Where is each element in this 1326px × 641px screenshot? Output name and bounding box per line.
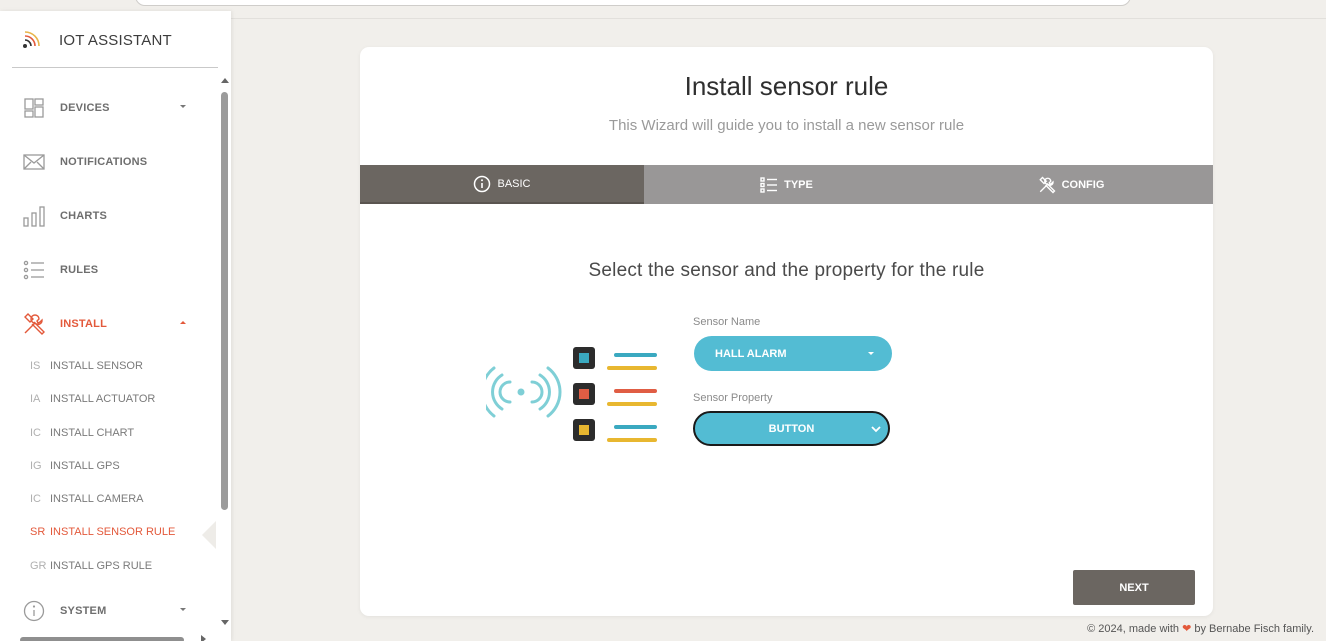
sidebar-item-install[interactable]: INSTALL: [22, 309, 202, 339]
sub-item-label: INSTALL SENSOR: [50, 360, 143, 372]
sensor-property-select[interactable]: BUTTON: [693, 411, 890, 446]
scroll-down-arrow-icon[interactable]: [221, 620, 229, 625]
sidebar-sub-install-actuator[interactable]: IA INSTALL ACTUATOR: [30, 389, 155, 409]
scroll-right-arrow-icon[interactable]: [201, 635, 206, 641]
info-circle-icon: [473, 175, 491, 193]
sensor-name-label: Sensor Name: [693, 316, 761, 328]
sub-item-abbr: SR: [30, 526, 46, 538]
tab-label: CONFIG: [1061, 178, 1105, 191]
sub-item-abbr: IC: [30, 493, 41, 505]
sidebar-item-label: RULES: [60, 264, 99, 276]
page-title: Install sensor rule: [684, 71, 889, 101]
sidebar-sub-install-camera[interactable]: IC INSTALL CAMERA: [30, 489, 144, 509]
sidebar-sub-install-sensor-rule[interactable]: SR INSTALL SENSOR RULE: [30, 522, 175, 542]
wizard-card: Install sensor rule This Wizard will gui…: [360, 47, 1213, 616]
tab-label: TYPE: [784, 178, 813, 191]
footer-suffix: by Bernabe Fisch family.: [1194, 623, 1314, 635]
scrollbar-thumb[interactable]: [221, 92, 228, 510]
sub-item-abbr: IG: [30, 460, 42, 472]
sidebar-item-label: CHARTS: [60, 210, 108, 222]
sidebar-item-rules[interactable]: RULES: [22, 255, 202, 285]
sub-item-label: INSTALL ACTUATOR: [50, 393, 156, 405]
tools-icon: [1038, 176, 1056, 194]
sensor-property-label: Sensor Property: [693, 392, 773, 404]
info-icon: [22, 599, 46, 623]
sub-item-label: INSTALL SENSOR RULE: [50, 526, 176, 538]
chevron-down-icon: [871, 426, 881, 433]
chevron-up-icon: [180, 321, 186, 324]
sidebar-sub-install-chart[interactable]: IC INSTALL CHART: [30, 423, 134, 443]
tools-icon: [22, 312, 46, 336]
sensor-name-value: HALL ALARM: [715, 347, 787, 360]
wizard-tabs: BASIC TYPE CONFIG: [360, 165, 1213, 204]
sidebar-sub-install-gps[interactable]: IG INSTALL GPS: [30, 456, 120, 476]
chevron-down-icon: [868, 352, 874, 355]
sensor-property-value: BUTTON: [768, 422, 815, 435]
sidebar-item-label: NOTIFICATIONS: [60, 156, 148, 168]
sensor-name-dropdown[interactable]: HALL ALARM: [694, 336, 892, 371]
footer: © 2024, made with ❤ by Bernabe Fisch fam…: [1087, 622, 1314, 635]
sub-item-abbr: IS: [30, 360, 41, 372]
envelope-icon: [22, 150, 46, 174]
scroll-up-arrow-icon[interactable]: [221, 78, 229, 83]
bar-chart-icon: [22, 204, 46, 228]
sub-item-label: INSTALL CHART: [50, 427, 135, 439]
tab-type[interactable]: TYPE: [644, 165, 929, 204]
sidebar-item-label: SYSTEM: [60, 605, 107, 617]
list-icon: [760, 176, 778, 194]
page-subtitle: This Wizard will guide you to install a …: [608, 117, 965, 134]
sub-item-abbr: GR: [30, 560, 47, 572]
chevron-down-icon: [180, 105, 186, 108]
tab-config[interactable]: CONFIG: [929, 165, 1213, 204]
app-logo[interactable]: IOT ASSISTANT: [20, 29, 172, 51]
sidebar-item-system[interactable]: SYSTEM: [22, 596, 202, 626]
address-bar[interactable]: [135, 0, 1131, 6]
sidebar-item-label: INSTALL: [60, 318, 108, 330]
sidebar-item-label: DEVICES: [60, 102, 110, 114]
logo-divider: [12, 67, 218, 68]
sidebar-sub-install-sensor[interactable]: IS INSTALL SENSOR: [30, 356, 143, 376]
sub-item-abbr: IC: [30, 427, 41, 439]
sub-item-label: INSTALL GPS RULE: [50, 560, 153, 572]
sub-item-label: INSTALL GPS: [50, 460, 120, 472]
active-indicator: [202, 521, 216, 549]
horizontal-scrollbar-thumb[interactable]: [20, 637, 184, 641]
sidebar-item-notifications[interactable]: NOTIFICATIONS: [22, 147, 202, 177]
sidebar-sub-install-gps-rule[interactable]: GR INSTALL GPS RULE: [30, 556, 152, 576]
dashboard-icon: [22, 96, 46, 120]
heart-icon: ❤: [1182, 623, 1192, 635]
sidebar: IOT ASSISTANT DEVICES NOTIFICATIONS CHAR…: [0, 11, 231, 641]
list-icon: [22, 258, 46, 282]
signal-icon: [23, 31, 40, 48]
sidebar-item-devices[interactable]: DEVICES: [22, 93, 202, 123]
tab-basic[interactable]: BASIC: [360, 165, 644, 204]
sidebar-scrollbar[interactable]: [218, 76, 231, 636]
footer-prefix: © 2024, made with: [1087, 623, 1180, 635]
sensor-illustration: [486, 347, 657, 442]
step-title: Select the sensor and the property for t…: [588, 260, 985, 281]
sub-item-abbr: IA: [30, 393, 41, 405]
app-title: IOT ASSISTANT: [59, 31, 172, 49]
tab-label: BASIC: [497, 177, 531, 190]
sidebar-item-charts[interactable]: CHARTS: [22, 201, 202, 231]
chevron-down-icon: [180, 608, 186, 611]
next-button[interactable]: NEXT: [1073, 570, 1195, 605]
sub-item-label: INSTALL CAMERA: [50, 493, 144, 505]
